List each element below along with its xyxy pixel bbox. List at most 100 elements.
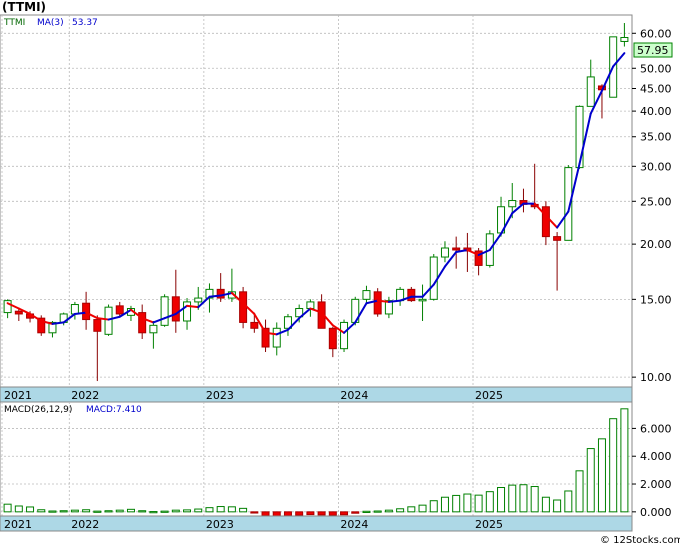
macd-bar (295, 511, 304, 516)
candle-body (452, 247, 461, 251)
candle-body (340, 321, 349, 350)
candle-body (575, 105, 584, 169)
candle-body (541, 206, 550, 238)
macd-bar (48, 510, 57, 513)
macd-bar (171, 509, 180, 513)
macd-bar (452, 494, 461, 513)
price-y-tick-label: 20.00 (640, 238, 672, 251)
macd-bar (3, 503, 12, 513)
macd-bar (205, 507, 214, 513)
macd-bar (328, 511, 337, 516)
ma3-segment (208, 294, 222, 298)
candle-body (508, 200, 517, 208)
candle-body (14, 310, 23, 315)
candle-body (429, 256, 438, 300)
candle-body (93, 319, 102, 332)
macd-bar (429, 500, 438, 513)
macd-x-tick-label: 2021 (4, 518, 32, 531)
macd-bar (553, 499, 562, 513)
price-y-tick-label: 60.00 (640, 27, 672, 40)
macd-bar (26, 506, 35, 513)
candle-body (104, 306, 113, 335)
price-y-tick-label: 25.00 (640, 195, 672, 208)
candle-body (620, 36, 629, 42)
ma3-segment (376, 299, 390, 303)
candle-body (328, 327, 337, 350)
macd-bar (138, 510, 147, 513)
macd-bar (362, 510, 371, 513)
macd-title: MACD(26,12,9) (4, 405, 72, 415)
macd-bar (14, 505, 23, 513)
price-x-tick-label: 2024 (340, 389, 368, 402)
macd-bar (149, 511, 158, 514)
price-x-tick-label: 2023 (206, 389, 234, 402)
ma3-segment (387, 299, 402, 303)
ma3-segment (73, 311, 88, 315)
macd-bar (283, 511, 292, 517)
ma3-segment (186, 304, 200, 309)
macd-panel: 0.000 2.000 4.000 6.000 2021 2022 2023 2024 202… (0, 401, 672, 532)
candle-body (362, 290, 371, 300)
macd-bar (564, 490, 573, 513)
macd-bar (272, 511, 281, 517)
macd-bar (609, 418, 618, 513)
price-x-tick-label: 2021 (4, 389, 32, 402)
candle-body (239, 291, 248, 323)
chart-title: (TTMI) (2, 0, 46, 14)
candle-body (70, 304, 79, 315)
macd-bar (250, 511, 259, 514)
price-panel: 2021 2022 2023 2024 2025 10.00 15.00 20.00 25.0… (0, 14, 673, 403)
ma3-segment (96, 317, 110, 321)
stock-chart: (TTMI) 2021 2022 2023 2024 2025 10.0015.0020… (0, 0, 680, 546)
macd-x-tick-label: 2023 (206, 518, 234, 531)
macd-bar (519, 484, 528, 513)
macd-bar (485, 491, 494, 513)
macd-bar (239, 507, 248, 513)
macd-x-tick-label: 2022 (71, 518, 99, 531)
candle-body (194, 297, 203, 303)
macd-bar (497, 487, 506, 513)
macd-bar (104, 510, 113, 513)
macd-bar (541, 496, 550, 513)
macd-bar (70, 509, 79, 513)
price-y-tick-label: 30.00 (640, 160, 672, 173)
macd-bar (474, 494, 483, 513)
macd-bar (126, 508, 135, 513)
candle-body (272, 327, 281, 348)
macd-bar (160, 510, 169, 513)
candle-body (586, 76, 595, 107)
macd-bar (82, 509, 91, 513)
price-x-tick-label: 2025 (475, 389, 503, 402)
candle-body (250, 321, 259, 329)
macd-bar (306, 511, 315, 516)
macd-bar (620, 408, 629, 513)
candle-body (183, 301, 192, 322)
macd-y-tick-label: 4.000 (640, 450, 672, 463)
legend-ma-label: MA(3) (37, 18, 64, 28)
macd-bar (384, 509, 393, 513)
legend-ticker: TTMI (3, 18, 25, 28)
macd-bar (261, 511, 270, 517)
macd-bar (508, 484, 517, 513)
candle-body (171, 296, 180, 322)
macd-bar (340, 511, 349, 516)
macd-bar (183, 509, 192, 513)
candle-body (373, 291, 382, 315)
candle-body (418, 298, 427, 302)
price-y-tick-label: 45.00 (640, 83, 672, 96)
price-y-tick-label: 10.00 (640, 371, 672, 384)
macd-value-label: MACD:7.410 (86, 405, 142, 415)
candle-body (82, 302, 91, 321)
macd-bar (93, 510, 102, 513)
macd-x-tick-label: 2025 (475, 518, 503, 531)
macd-y-tick-label: 2.000 (640, 478, 672, 491)
macd-bar (407, 506, 416, 513)
price-y-tick-label: 40.00 (640, 105, 672, 118)
macd-y-tick-label: 0.000 (640, 506, 672, 519)
macd-bar (317, 511, 326, 516)
macd-bar (418, 504, 427, 513)
macd-bar (59, 510, 68, 513)
macd-bar (115, 509, 124, 513)
last-price-marker: 57.95 (633, 42, 673, 58)
macd-bar (351, 511, 360, 514)
